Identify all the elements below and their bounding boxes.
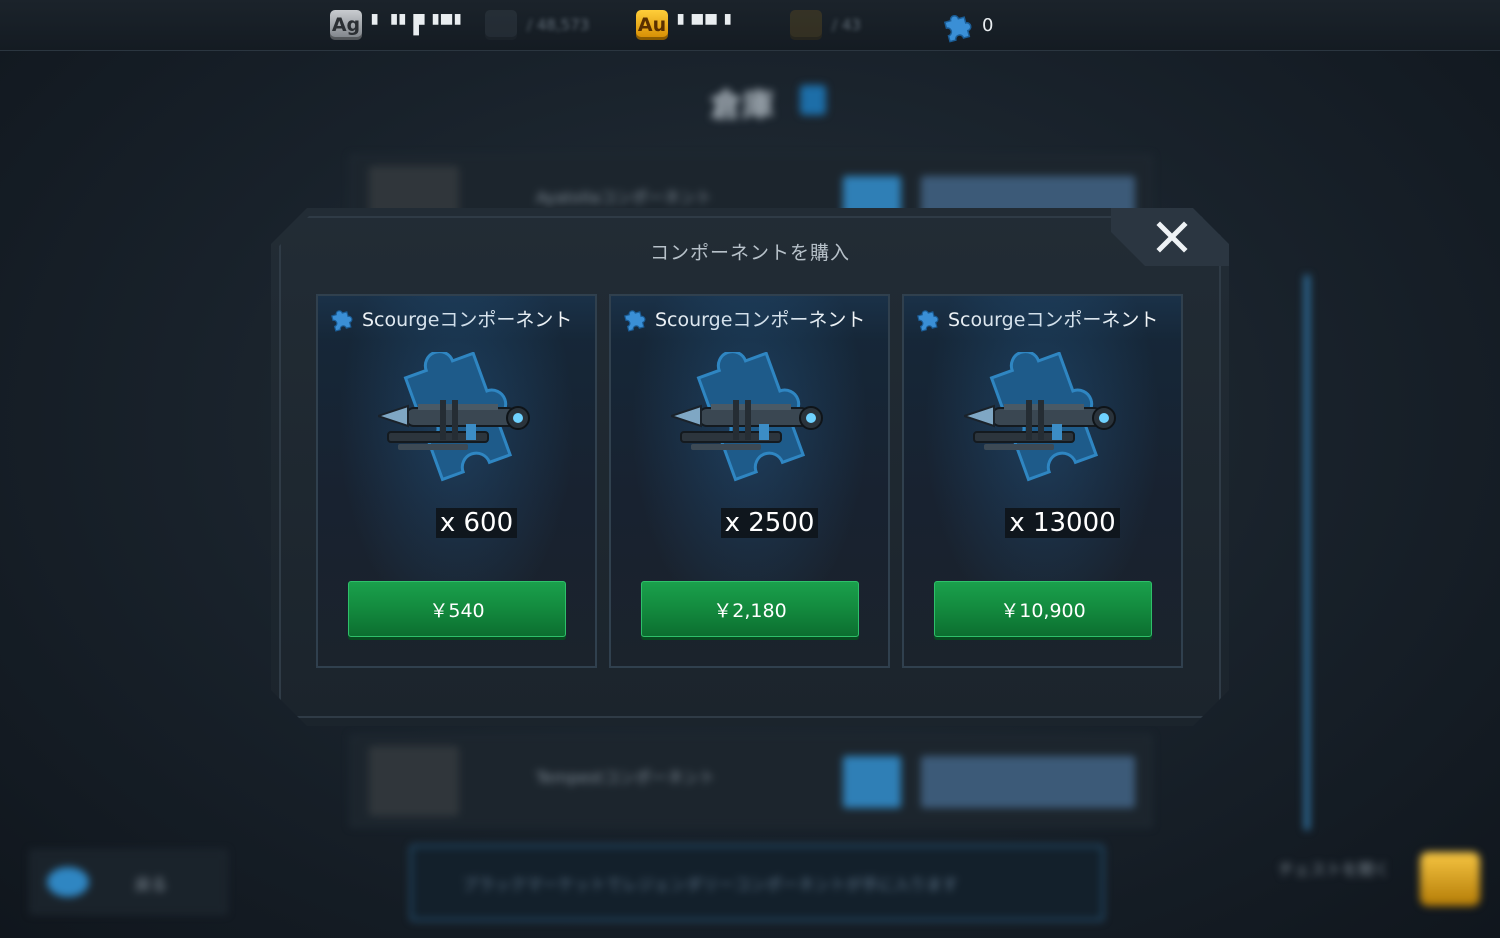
offer-header: Scourgeコンポーネント	[611, 296, 888, 340]
puzzle-icon	[917, 310, 939, 332]
puzzle-icon	[943, 15, 972, 43]
quantity-label: x 13000	[1005, 508, 1120, 538]
offer-name: Scourgeコンポーネント	[655, 308, 866, 331]
offer-name: Scourgeコンポーネント	[362, 308, 573, 331]
gold-amount: ▘▀▀▝	[678, 14, 734, 36]
resource-bar: Ag ▘▝▘▛▝▀▘ / 48,573 Au ▘▀▀▝ / 43 0	[0, 0, 1500, 51]
offer-name: Scourgeコンポーネント	[948, 308, 1159, 331]
scourge-weapon-icon	[964, 400, 1116, 450]
offer-card: Scourgeコンポーネント x 2500 ￥2,180	[609, 294, 890, 668]
dialog-title: コンポーネントを購入	[649, 242, 850, 264]
silver-coin-icon: Ag	[330, 10, 362, 40]
faded-amount: / 48,573	[527, 16, 590, 34]
buy-button[interactable]: ￥540	[348, 581, 566, 637]
info-banner-text: ブラックマーケットでレジェンダリーコンポーネントが手に入ります	[462, 875, 959, 894]
component-count: 0	[982, 14, 994, 36]
offer-quantity: x 600	[318, 508, 595, 538]
info-button	[843, 756, 901, 808]
gold-currency: Au ▘▀▀▝	[636, 8, 733, 42]
quantity-label: x 2500	[720, 508, 819, 538]
faded-currency-2: / 43	[790, 8, 861, 42]
item-thumbnail	[369, 746, 459, 816]
list-item: Tempestコンポーネント	[350, 735, 1152, 827]
back-label: 戻る	[135, 875, 168, 894]
faded-amount: / 43	[832, 16, 861, 34]
scrollbar	[1304, 275, 1310, 830]
page-title: 倉庫	[710, 86, 775, 124]
back-button: 戻る	[30, 850, 227, 914]
offer-header: Scourgeコンポーネント	[904, 296, 1181, 340]
help-icon	[800, 85, 826, 115]
buy-button	[921, 756, 1135, 808]
buy-button[interactable]: ￥10,900	[934, 581, 1152, 637]
silver-currency: Ag ▘▝▘▛▝▀▘	[330, 8, 469, 42]
chest-icon	[1420, 852, 1480, 906]
offer-quantity: x 2500	[611, 508, 888, 538]
faded-currency-1: / 48,573	[485, 8, 589, 42]
currency-icon	[790, 10, 822, 40]
scourge-weapon-icon	[671, 400, 823, 450]
gold-coin-icon: Au	[636, 10, 668, 40]
purchase-dialog: コンポーネントを購入 Scourgeコンポーネント x 600 ￥540 Sco…	[271, 208, 1229, 726]
offer-quantity: x 13000	[904, 508, 1181, 538]
chest-label: チェストを開く	[1278, 860, 1391, 879]
offer-card: Scourgeコンポーネント x 600 ￥540	[316, 294, 597, 668]
back-arrow-icon	[47, 867, 89, 897]
component-currency: 0	[940, 8, 994, 43]
item-name: Tempestコンポーネント	[536, 768, 716, 787]
puzzle-icon	[331, 310, 353, 332]
offer-card: Scourgeコンポーネント x 13000 ￥10,900	[902, 294, 1183, 668]
puzzle-icon	[624, 310, 646, 332]
buy-button[interactable]: ￥2,180	[641, 581, 859, 637]
currency-icon	[485, 10, 517, 40]
scourge-weapon-icon	[378, 400, 530, 450]
offer-header: Scourgeコンポーネント	[318, 296, 595, 340]
close-button[interactable]	[1151, 216, 1193, 258]
item-name: Ayatollaコンポーネント	[536, 188, 712, 207]
quantity-label: x 600	[435, 508, 518, 538]
info-banner: ブラックマーケットでレジェンダリーコンポーネントが手に入ります	[410, 845, 1104, 921]
close-icon	[1156, 221, 1188, 253]
silver-amount: ▘▝▘▛▝▀▘	[372, 14, 469, 36]
